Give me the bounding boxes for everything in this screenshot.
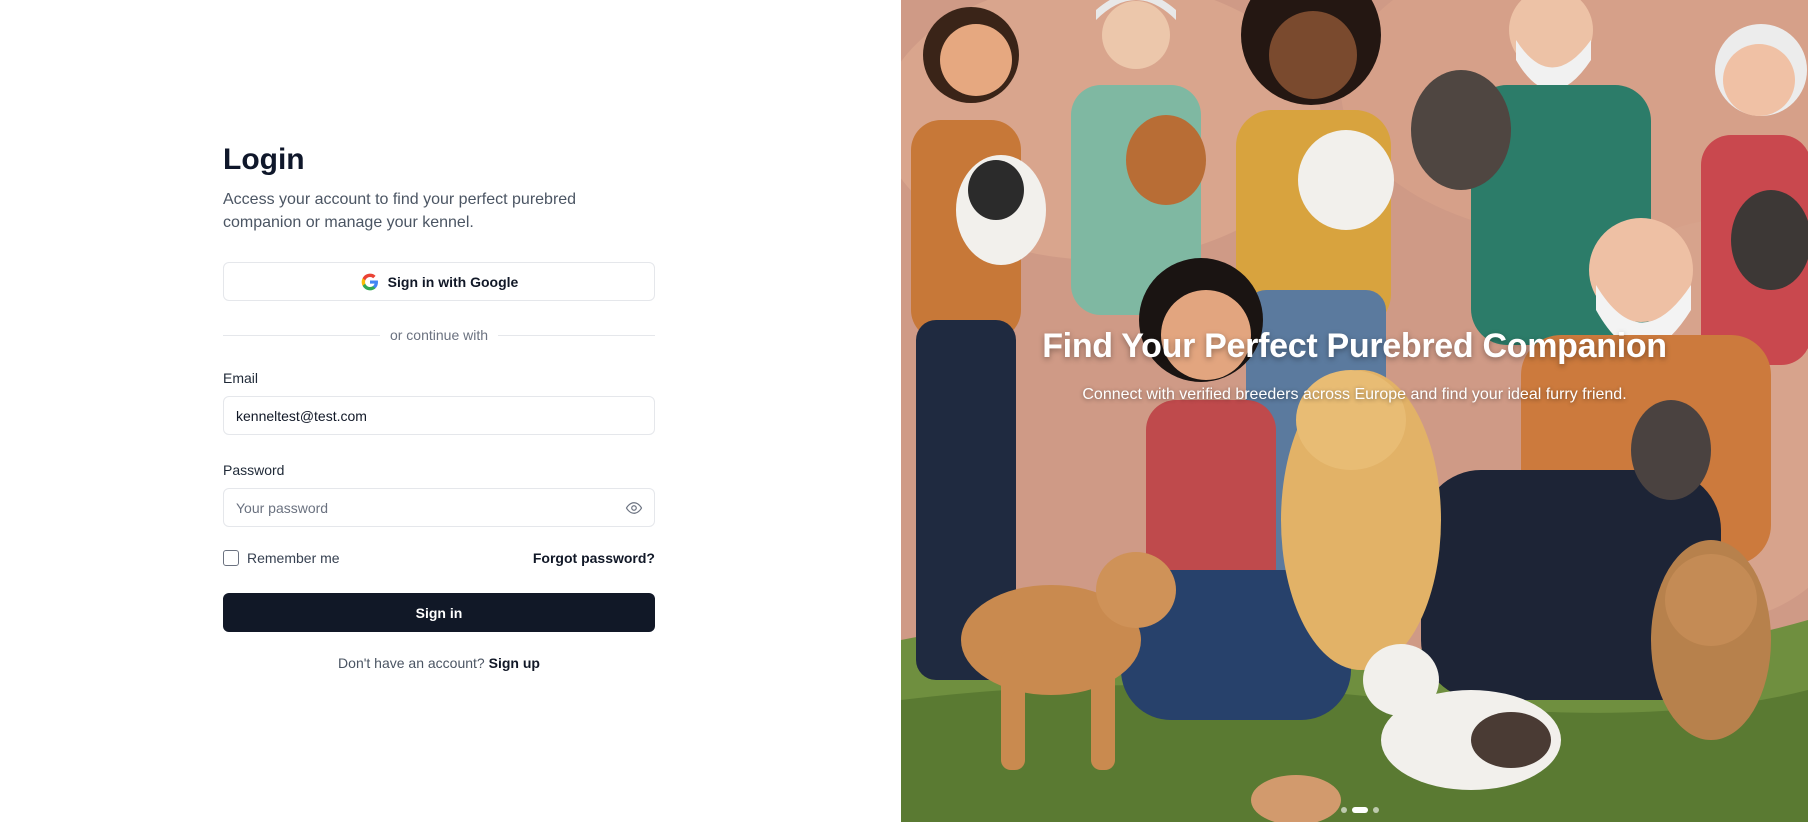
hero-illustration xyxy=(901,0,1808,822)
carousel-indicators xyxy=(1341,807,1379,813)
password-field[interactable]: Your password xyxy=(223,488,655,527)
hero-subtitle: Connect with verified breeders across Eu… xyxy=(1082,386,1627,403)
divider-line-left xyxy=(223,334,380,336)
carousel-dot-3[interactable] xyxy=(1373,807,1379,813)
page-subtitle: Access your account to find your perfect… xyxy=(223,191,577,231)
password-placeholder: Your password xyxy=(236,499,329,516)
checkbox-icon[interactable] xyxy=(223,550,239,566)
email-value: kenneltest@test.com xyxy=(236,407,367,424)
email-label: Email xyxy=(223,370,259,386)
page-title: Login xyxy=(223,143,305,176)
google-button-label: Sign in with Google xyxy=(387,273,519,290)
forgot-password-link[interactable]: Forgot password? xyxy=(533,550,655,566)
login-panel: Login Access your account to find your p… xyxy=(0,0,901,822)
signup-prompt: Don't have an account? xyxy=(338,655,485,671)
login-form: Login Access your account to find your p… xyxy=(223,142,655,671)
google-icon xyxy=(360,272,380,292)
hero-title: Find Your Perfect Purebred Companion xyxy=(1042,327,1667,365)
divider-text: or continue with xyxy=(389,327,489,343)
google-signin-button[interactable]: Sign in with Google xyxy=(223,262,655,301)
signup-row: Don't have an account? Sign up xyxy=(223,655,655,671)
carousel-dot-2[interactable] xyxy=(1352,807,1368,813)
divider-line-right xyxy=(498,334,655,336)
remember-me[interactable]: Remember me xyxy=(223,550,340,566)
email-field[interactable]: kenneltest@test.com xyxy=(223,396,655,435)
divider: or continue with xyxy=(223,325,655,345)
carousel-dot-1[interactable] xyxy=(1341,807,1347,813)
signin-button[interactable]: Sign in xyxy=(223,593,655,632)
signup-link[interactable]: Sign up xyxy=(489,655,540,671)
password-label: Password xyxy=(223,462,285,478)
remember-label: Remember me xyxy=(247,550,340,566)
eye-icon[interactable] xyxy=(624,499,644,517)
hero-panel: Find Your Perfect Purebred Companion Con… xyxy=(901,0,1808,822)
